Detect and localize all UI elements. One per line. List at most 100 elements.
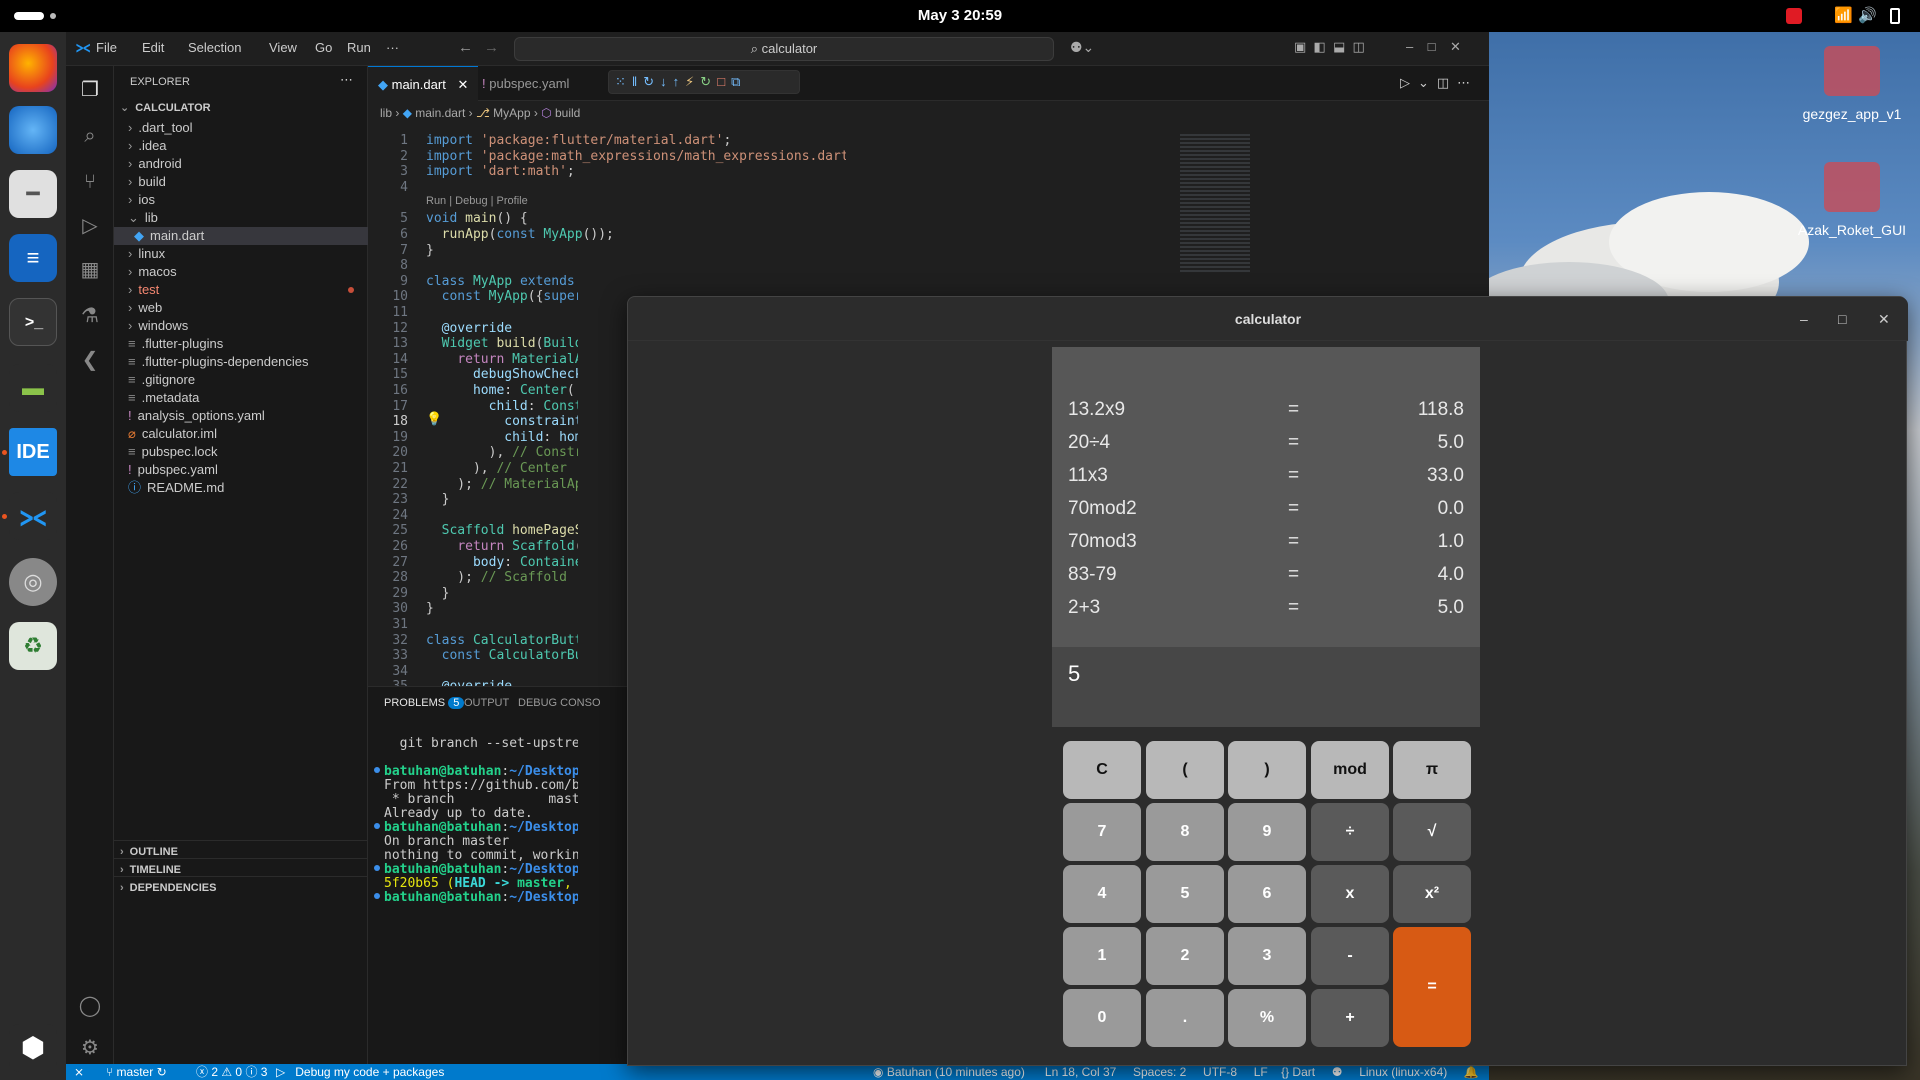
maximize-icon[interactable]: □ xyxy=(1838,297,1846,341)
disk-icon[interactable]: ◎ xyxy=(9,558,57,606)
tree-item-build[interactable]: › build xyxy=(114,173,368,191)
platform-status[interactable]: Linux (linux-x64) xyxy=(1359,1065,1447,1079)
more-actions-icon[interactable]: ⋯ xyxy=(340,72,353,88)
back-arrow-icon[interactable]: ← xyxy=(458,39,473,56)
copilot-status-icon[interactable]: ⚉ xyxy=(1332,1065,1343,1079)
tab-main-dart[interactable]: ◆ main.dart ✕ xyxy=(368,66,479,101)
tree-item-flutter-plugins[interactable]: ≡ .flutter-plugins xyxy=(114,335,368,353)
encoding[interactable]: UTF-8 xyxy=(1203,1065,1237,1079)
flutter-icon[interactable]: ❮ xyxy=(76,346,104,374)
writer-icon[interactable]: ≡ xyxy=(9,234,57,282)
breadcrumb-item[interactable]: build xyxy=(555,106,580,120)
copilot-icon[interactable]: ⚉⌄ xyxy=(1070,39,1094,56)
testing-icon[interactable]: ⚗ xyxy=(76,302,104,330)
menu-item[interactable]: ··· xyxy=(386,40,399,55)
tree-item-linux[interactable]: › linux xyxy=(114,245,368,263)
breadcrumb-item[interactable]: lib xyxy=(380,106,392,120)
account-icon[interactable]: ◯ xyxy=(76,992,104,1020)
digit-6-button[interactable]: 6 xyxy=(1228,865,1306,923)
git-author-status[interactable]: ◉ Batuhan (10 minutes ago) xyxy=(873,1065,1025,1079)
dependencies-section[interactable]: › DEPENDENCIES xyxy=(114,876,368,898)
tree-item-main-dart[interactable]: ◆ main.dart xyxy=(114,227,368,245)
forward-arrow-icon[interactable]: → xyxy=(484,39,499,56)
tree-item-analysis-options-yaml[interactable]: ! analysis_options.yaml xyxy=(114,407,368,425)
battery-icon[interactable] xyxy=(1890,8,1900,24)
close-paren-button[interactable]: ) xyxy=(1228,741,1306,799)
digit-2-button[interactable]: 2 xyxy=(1146,927,1224,985)
branch-status[interactable]: ⑂ master ↻ xyxy=(106,1064,167,1080)
tab-problems[interactable]: PROBLEMS 5 xyxy=(384,697,465,709)
digit-9-button[interactable]: 9 xyxy=(1228,803,1306,861)
tree-item-macos[interactable]: › macos xyxy=(114,263,368,281)
notifications-icon[interactable]: 🔔 xyxy=(1464,1065,1479,1079)
cursor-position[interactable]: Ln 18, Col 37 xyxy=(1045,1065,1116,1079)
tree-item-calculator-iml[interactable]: ⌀ calculator.iml xyxy=(114,425,368,443)
workspace-root[interactable]: ⌄ CALCULATOR xyxy=(114,97,368,119)
language-mode[interactable]: {} Dart xyxy=(1281,1065,1315,1079)
open-paren-button[interactable]: ( xyxy=(1146,741,1224,799)
layout-controls[interactable]: ▣ ◧ ⬓ ◫ xyxy=(1294,39,1365,55)
mod-button[interactable]: mod xyxy=(1311,741,1389,799)
digit-8-button[interactable]: 8 xyxy=(1146,803,1224,861)
lightbulb-icon[interactable]: 💡 xyxy=(426,411,442,427)
menu-item[interactable]: Go xyxy=(315,40,332,55)
run-debug-icon[interactable]: ▷ xyxy=(76,212,104,240)
wifi-icon[interactable]: 📶 xyxy=(1834,6,1853,24)
debug-toolbar[interactable]: ⁙‖↻↓↑⚡↻□⧉ xyxy=(608,70,800,94)
tree-item-README-md[interactable]: ⓘ README.md xyxy=(114,479,368,497)
tree-item-lib[interactable]: ⌄ lib xyxy=(114,209,368,227)
close-icon[interactable]: ✕ xyxy=(457,77,468,92)
percent-button[interactable]: % xyxy=(1228,989,1306,1047)
menu-item[interactable]: Selection xyxy=(188,40,241,55)
thunderbird-icon[interactable] xyxy=(9,106,57,154)
problems-status[interactable]: ⓧ 2 ⚠ 0 ⓘ 3 xyxy=(196,1064,267,1080)
tree-item-dart-tool[interactable]: › .dart_tool xyxy=(114,119,368,137)
editor-actions[interactable]: ▷⌄◫⋯ xyxy=(1400,75,1478,91)
breadcrumb-item[interactable]: main.dart xyxy=(415,106,465,120)
clock[interactable]: May 3 20:59 xyxy=(0,7,1920,24)
digit-7-button[interactable]: 7 xyxy=(1063,803,1141,861)
tree-item-windows[interactable]: › windows xyxy=(114,317,368,335)
sqrt-button[interactable]: √ xyxy=(1393,803,1471,861)
volume-icon[interactable]: 🔊 xyxy=(1858,6,1877,24)
debug-status[interactable]: ▷ Debug my code + packages xyxy=(276,1064,444,1080)
close-icon[interactable]: ✕ xyxy=(1878,297,1890,341)
digit-0-button[interactable]: 0 xyxy=(1063,989,1141,1047)
tab-debug-console[interactable]: DEBUG CONSO xyxy=(518,697,601,709)
command-center[interactable]: ⌕ calculator xyxy=(514,37,1054,61)
tree-item-pubspec-lock[interactable]: ≡ pubspec.lock xyxy=(114,443,368,461)
digit-3-button[interactable]: 3 xyxy=(1228,927,1306,985)
desktop-icon-gezgez[interactable]: gezgez_app_v1 xyxy=(1797,46,1907,122)
divide-button[interactable]: ÷ xyxy=(1311,803,1389,861)
tab-pubspec-yaml[interactable]: ! pubspec.yaml xyxy=(472,66,579,101)
digit-4-button[interactable]: 4 xyxy=(1063,865,1141,923)
terminal-icon[interactable]: >_ xyxy=(9,298,57,346)
tree-item-pubspec-yaml[interactable]: ! pubspec.yaml xyxy=(114,461,368,479)
square-button[interactable]: x² xyxy=(1393,865,1471,923)
clear-button[interactable]: C xyxy=(1063,741,1141,799)
tree-item-flutter-plugins-dependencies[interactable]: ≡ .flutter-plugins-dependencies xyxy=(114,353,368,371)
trash-icon[interactable]: ♻ xyxy=(9,622,57,670)
tree-item-android[interactable]: › android xyxy=(114,155,368,173)
multiply-button[interactable]: x xyxy=(1311,865,1389,923)
vscode-icon[interactable]: ⪥ xyxy=(9,492,57,540)
tree-item-idea[interactable]: › .idea xyxy=(114,137,368,155)
minus-button[interactable]: - xyxy=(1311,927,1389,985)
tree-item-test[interactable]: › test xyxy=(114,281,368,299)
digit-5-button[interactable]: 5 xyxy=(1146,865,1224,923)
menu-item[interactable]: Run xyxy=(347,40,371,55)
firefox-icon[interactable] xyxy=(9,44,57,92)
eol[interactable]: LF xyxy=(1254,1065,1268,1079)
ide-icon[interactable]: IDE xyxy=(9,428,57,476)
codelens[interactable]: Run | Debug | Profile xyxy=(426,195,528,207)
source-control-icon[interactable]: ⑂ xyxy=(76,168,104,196)
breadcrumb-item[interactable]: MyApp xyxy=(493,106,530,120)
tree-item-ios[interactable]: › ios xyxy=(114,191,368,209)
show-apps-icon[interactable]: ⬢ xyxy=(9,1024,57,1072)
pi-button[interactable]: π xyxy=(1393,741,1471,799)
indentation[interactable]: Spaces: 2 xyxy=(1133,1065,1186,1079)
explorer-icon[interactable]: ❐ xyxy=(76,76,104,104)
tree-item-web[interactable]: › web xyxy=(114,299,368,317)
menu-item[interactable]: Edit xyxy=(142,40,164,55)
equals-button[interactable]: = xyxy=(1393,927,1471,1047)
